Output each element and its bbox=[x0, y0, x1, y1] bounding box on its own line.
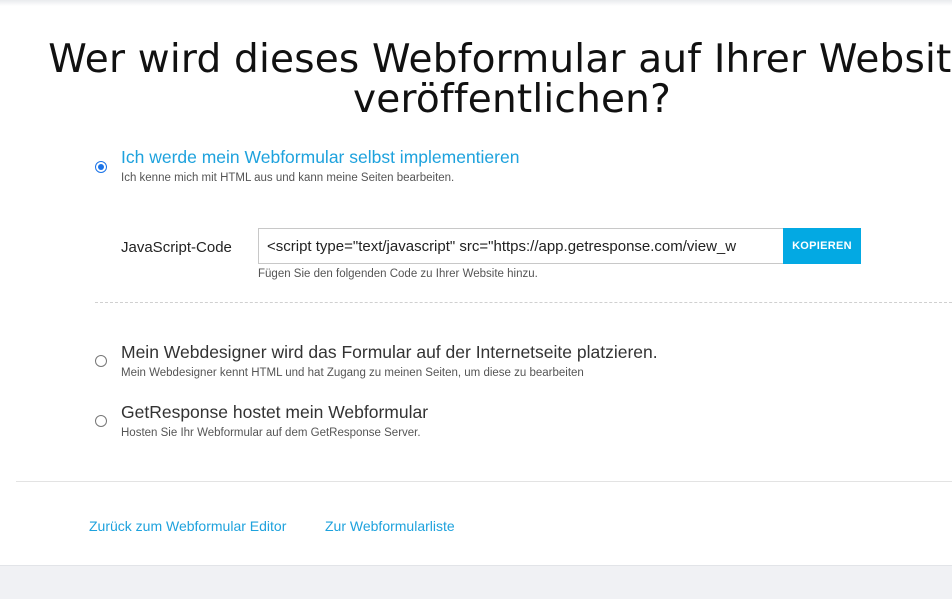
javascript-code-field[interactable] bbox=[258, 228, 784, 264]
radio-self-implement[interactable] bbox=[95, 161, 107, 173]
copy-button[interactable]: KOPIEREN bbox=[783, 228, 861, 264]
footer-band bbox=[0, 565, 952, 599]
top-shadow bbox=[0, 0, 952, 6]
option-webdesigner-label[interactable]: Mein Webdesigner wird das Formular auf d… bbox=[121, 342, 658, 363]
option-webdesigner-description: Mein Webdesigner kennt HTML und hat Zuga… bbox=[121, 367, 584, 379]
javascript-code-help: Fügen Sie den folgenden Code zu Ihrer We… bbox=[258, 268, 538, 280]
radio-webdesigner[interactable] bbox=[95, 355, 107, 367]
option-self-implement-description: Ich kenne mich mit HTML aus und kann mei… bbox=[121, 172, 455, 184]
footer-divider bbox=[16, 481, 952, 482]
option-getresponse-hosting-description: Hosten Sie Ihr Webformular auf dem GetRe… bbox=[121, 427, 421, 439]
section-divider bbox=[95, 302, 952, 303]
option-getresponse-hosting-label[interactable]: GetResponse hostet mein Webformular bbox=[121, 402, 428, 423]
form-list-link[interactable]: Zur Webformularliste bbox=[325, 518, 455, 534]
back-to-editor-link[interactable]: Zurück zum Webformular Editor bbox=[89, 518, 286, 534]
radio-getresponse-hosting[interactable] bbox=[95, 415, 107, 427]
page-title-line-1: Wer wird dieses Webformular auf Ihrer We… bbox=[48, 37, 952, 82]
javascript-code-label: JavaScript-Code bbox=[121, 239, 232, 256]
page-title-line-2: veröffentlichen? bbox=[352, 77, 672, 122]
option-self-implement-label[interactable]: Ich werde mein Webformular selbst implem… bbox=[121, 147, 519, 168]
page-title: Wer wird dieses Webformular auf Ihrer We… bbox=[0, 40, 952, 120]
